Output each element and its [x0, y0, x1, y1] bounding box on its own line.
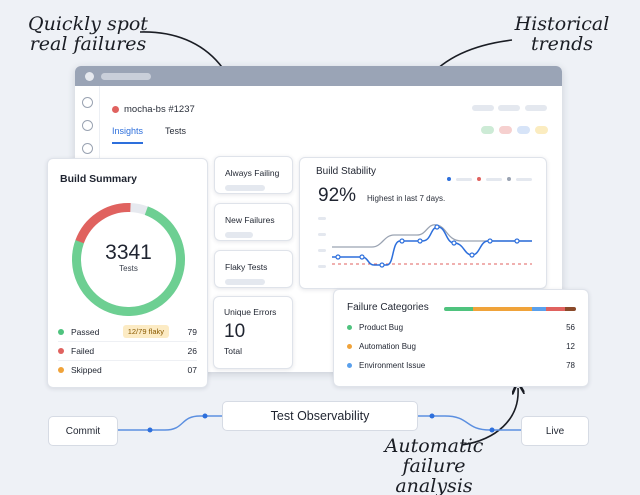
- product-bug-label: Product Bug: [359, 323, 404, 332]
- list-item[interactable]: Environment Issue 78: [347, 361, 575, 370]
- flaky-tests-card[interactable]: Flaky Tests: [214, 250, 293, 288]
- build-stability-title: Build Stability: [316, 166, 377, 177]
- tab-bar: Insights Tests: [112, 126, 186, 144]
- data-point: [487, 238, 493, 244]
- data-point: [359, 254, 365, 260]
- status-chip: [481, 126, 494, 134]
- build-header: mocha-bs #1237: [112, 104, 195, 115]
- stability-percent: 92%: [318, 185, 357, 206]
- card-placeholder: [225, 185, 265, 191]
- window-control-icon[interactable]: [85, 72, 94, 81]
- build-summary-title: Build Summary: [60, 173, 138, 185]
- refresh-icon[interactable]: [82, 120, 93, 131]
- failed-dot-icon: [58, 348, 64, 354]
- status-chip: [499, 126, 512, 134]
- category-segment: [473, 307, 533, 311]
- tests-total-label: Tests: [119, 264, 138, 273]
- data-point: [335, 254, 341, 260]
- flaky-tests-label: Flaky Tests: [225, 262, 268, 272]
- environment-issue-label: Environment Issue: [359, 361, 426, 370]
- window-titlebar: [75, 66, 562, 86]
- unique-errors-value: 10: [224, 321, 246, 342]
- environment-issue-dot-icon: [347, 363, 352, 368]
- data-point: [399, 238, 405, 244]
- header-placeholder: [525, 105, 547, 111]
- new-failures-label: New Failures: [225, 215, 275, 225]
- data-point: [379, 262, 385, 268]
- failure-categories-card: Failure Categories Product Bug 56 Automa…: [333, 289, 589, 387]
- new-failures-card[interactable]: New Failures: [214, 203, 293, 241]
- build-stability-card: Build Stability 92% Highest in last 7 da…: [299, 157, 547, 289]
- skipped-value: 07: [187, 365, 197, 375]
- header-placeholder: [498, 105, 520, 111]
- failed-value: 26: [187, 346, 197, 356]
- data-point: [469, 252, 475, 258]
- flaky-badge: 12/79 flaky: [122, 325, 169, 338]
- status-chip: [517, 126, 530, 134]
- unique-errors-title: Unique Errors: [224, 307, 277, 317]
- category-segment: [565, 307, 576, 311]
- axis-label-placeholder: [318, 217, 326, 220]
- stability-chart: [318, 217, 532, 268]
- header-placeholder: [472, 105, 494, 111]
- list-item[interactable]: Passed 12/79 flaky 79: [58, 322, 197, 341]
- product-bug-dot-icon: [347, 325, 352, 330]
- annotation-historical: Historical trends: [514, 13, 610, 55]
- passed-label: Passed: [71, 326, 100, 337]
- flow-line-left: [118, 415, 222, 431]
- series-b-line: [332, 224, 532, 248]
- automation-bug-dot-icon: [347, 344, 352, 349]
- passed-dot-icon: [58, 328, 64, 335]
- axis-label-placeholder: [318, 233, 326, 236]
- live-box: Live: [521, 416, 589, 446]
- build-name: mocha-bs #1237: [124, 104, 195, 115]
- commit-box: Commit: [48, 416, 118, 446]
- passed-value: 79: [187, 326, 197, 337]
- window-title-placeholder: [101, 73, 151, 80]
- always-failing-card[interactable]: Always Failing: [214, 156, 293, 194]
- stability-note: Highest in last 7 days.: [367, 194, 446, 203]
- environment-issue-value: 78: [566, 361, 575, 370]
- data-point: [434, 224, 440, 230]
- automation-bug-label: Automation Bug: [359, 342, 416, 351]
- list-item[interactable]: Product Bug 56: [347, 323, 575, 332]
- tab-tests[interactable]: Tests: [165, 126, 186, 144]
- data-point: [451, 240, 457, 246]
- automation-bug-value: 12: [566, 342, 575, 351]
- data-point: [514, 238, 520, 244]
- search-icon[interactable]: [82, 97, 93, 108]
- always-failing-label: Always Failing: [225, 168, 280, 178]
- annotation-automatic: Automatic failure analysis: [384, 435, 484, 495]
- skipped-dot-icon: [58, 367, 64, 373]
- category-segment: [532, 307, 546, 311]
- skipped-label: Skipped: [71, 365, 102, 375]
- build-status-icon: [112, 106, 119, 113]
- category-distribution-bar: [444, 307, 576, 311]
- axis-label-placeholder: [318, 249, 326, 252]
- failed-label: Failed: [71, 346, 95, 356]
- card-placeholder: [225, 279, 265, 285]
- list-item[interactable]: Automation Bug 12: [347, 342, 575, 351]
- stability-legend: [447, 177, 532, 181]
- status-chip: [535, 126, 548, 134]
- list-item[interactable]: Failed 26: [58, 341, 197, 360]
- observability-box: Test Observability: [222, 401, 418, 431]
- summary-legend: Passed 12/79 flaky 79 Failed 26 Skipped …: [58, 322, 197, 379]
- tests-total: 3341: [105, 241, 152, 264]
- category-segment: [545, 307, 566, 311]
- history-icon[interactable]: [82, 143, 93, 154]
- unique-errors-card[interactable]: Unique Errors 10 Total: [213, 296, 293, 369]
- category-segment: [444, 307, 474, 311]
- build-summary-card: Build Summary 3341 Tests Passed 12/79 fl…: [47, 158, 208, 388]
- product-bug-value: 56: [566, 323, 575, 332]
- unique-errors-label: Total: [224, 346, 242, 356]
- tab-insights[interactable]: Insights: [112, 126, 144, 144]
- list-item[interactable]: Skipped 07: [58, 360, 197, 379]
- card-placeholder: [225, 232, 253, 238]
- annotation-spot-failures: Quickly spot real failures: [28, 13, 148, 55]
- data-point: [417, 238, 423, 244]
- axis-label-placeholder: [318, 265, 326, 268]
